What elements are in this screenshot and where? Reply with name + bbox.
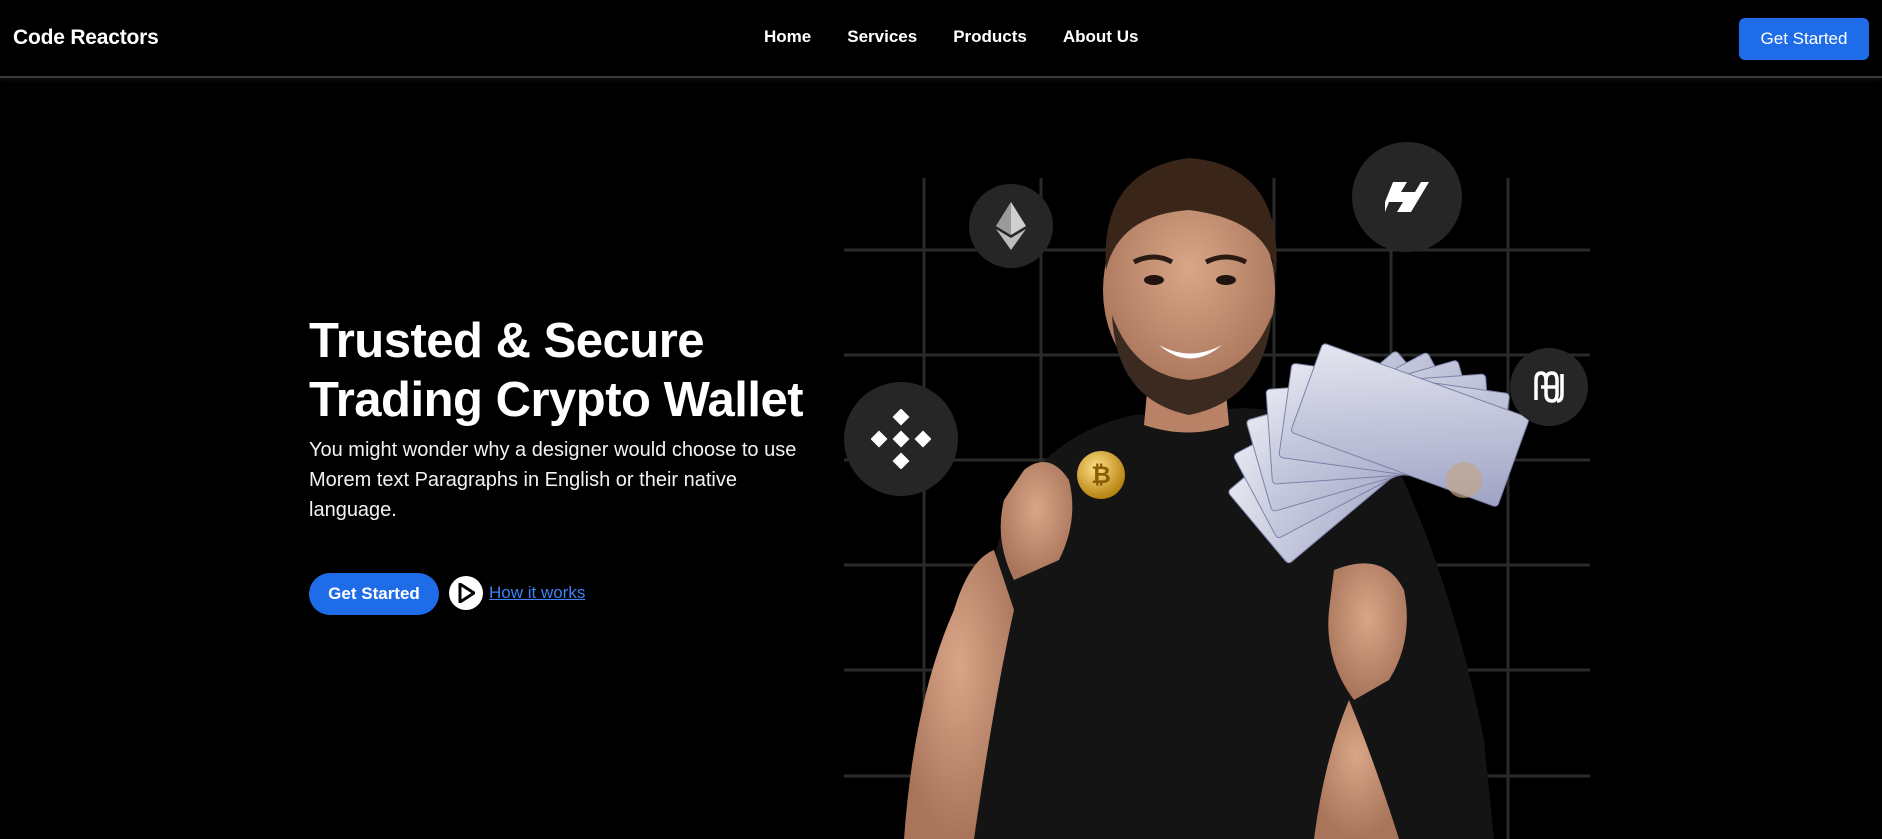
binance-badge [844, 382, 958, 496]
nav-products[interactable]: Products [953, 27, 1027, 47]
top-navbar: Code Reactors Home Services Products Abo… [0, 0, 1882, 78]
binance-icon [871, 409, 931, 469]
person-holding-crypto-image: ₿ [904, 158, 1529, 839]
how-it-works-link[interactable]: How it works [449, 576, 585, 610]
main-nav: Home Services Products About Us [764, 27, 1138, 47]
nav-about-us[interactable]: About Us [1063, 27, 1139, 47]
ethereum-icon [996, 202, 1026, 250]
harmony-badge [1510, 348, 1588, 426]
bitcoin-coin-symbol: ₿ [1091, 461, 1111, 489]
hero-subtitle: You might wonder why a designer would ch… [309, 439, 797, 521]
hero-get-started-button[interactable]: Get Started [309, 573, 439, 615]
header-get-started-button[interactable]: Get Started [1739, 18, 1869, 60]
horizen-icon [1385, 182, 1429, 212]
hero-visual: ₿ [844, 140, 1590, 839]
brand-logo[interactable]: Code Reactors [13, 26, 159, 50]
hero-title-line-2: Trading Crypto Wallet [309, 373, 804, 427]
horizen-badge [1352, 142, 1462, 252]
nav-services[interactable]: Services [847, 27, 917, 47]
harmony-icon [1534, 371, 1564, 403]
hero-title: Trusted & Secure Trading Crypto Wallet [309, 312, 869, 430]
ethereum-badge [969, 184, 1053, 268]
play-icon[interactable] [449, 576, 483, 610]
hero-title-line-1: Trusted & Secure [309, 314, 705, 368]
nav-home[interactable]: Home [764, 27, 811, 47]
how-it-works-label[interactable]: How it works [489, 583, 585, 603]
